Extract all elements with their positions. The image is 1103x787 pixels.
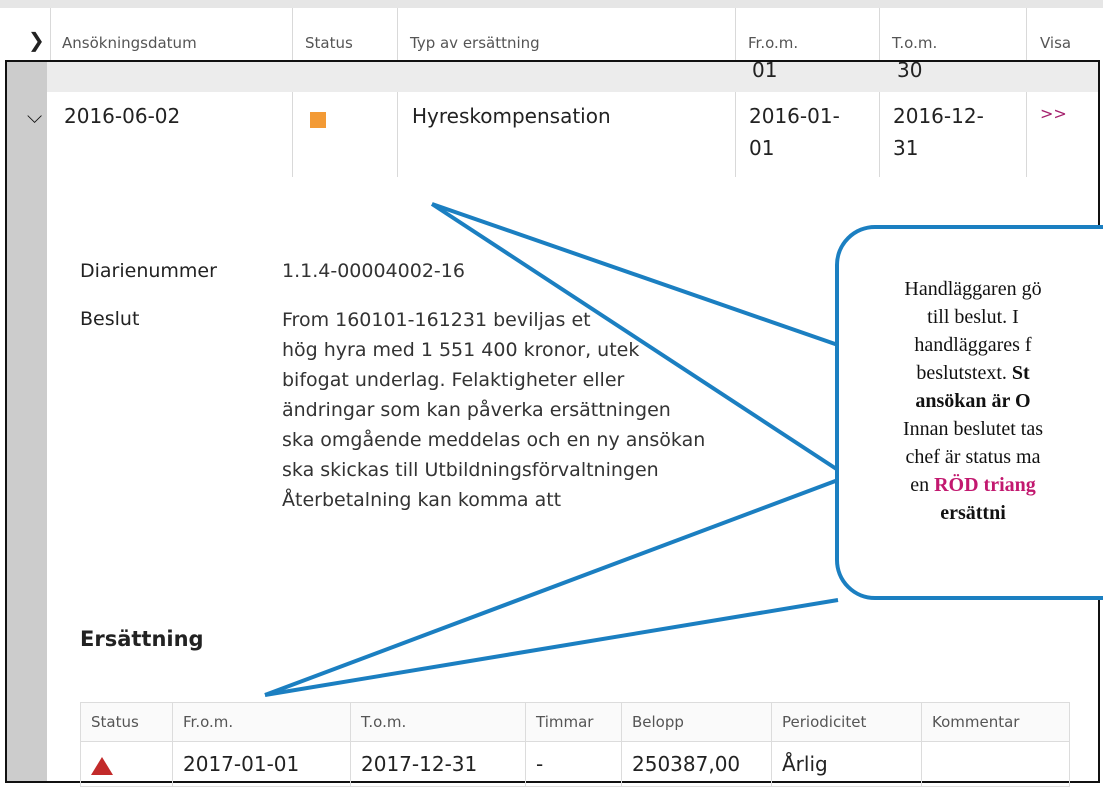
col-belopp[interactable]: Belopp	[621, 702, 772, 742]
col-from[interactable]: Fr.o.m.	[172, 702, 351, 742]
visa-link[interactable]: >>	[1040, 104, 1067, 123]
col-visa[interactable]: Visa	[1040, 34, 1071, 52]
hours-cell: -	[525, 741, 622, 787]
table-header: ❯ Ansökningsdatum Status Typ av ersättni…	[0, 0, 1103, 60]
ersattning-header-row: Status Fr.o.m. T.o.m. Timmar Belopp Peri…	[80, 702, 1070, 742]
col-status[interactable]: Status	[305, 34, 353, 52]
divider	[735, 92, 736, 177]
table-row: 2017-01-01 2017-12-31 - 250387,00 Årlig	[80, 741, 1070, 787]
col-from[interactable]: Fr.o.m.	[748, 34, 798, 52]
row-to-line1: 2016-12-	[893, 104, 984, 128]
divider	[50, 8, 51, 60]
beslut-line: bifogat underlag. Felaktigheter eller	[282, 369, 625, 391]
callout-line: beslutstext. St	[916, 362, 1030, 384]
divider	[879, 92, 880, 177]
chevron-right-icon[interactable]: ❯	[28, 28, 45, 52]
divider	[879, 8, 880, 60]
beslut-line: hög hyra med 1 551 400 kronor, utek	[282, 339, 640, 361]
diarie-label: Diarienummer	[80, 260, 217, 282]
callout-line: Handläggaren gö	[904, 278, 1042, 300]
prev-to-fragment: 30	[897, 60, 923, 82]
callout-line: handläggares f	[914, 334, 1032, 356]
col-status[interactable]: Status	[80, 702, 173, 742]
divider	[1026, 92, 1027, 177]
divider	[292, 8, 293, 60]
chevron-down-icon[interactable]: ⌵	[27, 104, 42, 128]
period-cell: Årlig	[771, 741, 922, 787]
row-from-line1: 2016-01-	[749, 104, 840, 128]
callout-line: Innan beslutet tas	[903, 418, 1043, 440]
row-to-line2: 31	[893, 136, 919, 160]
red-triangle-icon	[91, 756, 113, 775]
callout-text: Handläggaren gö till beslut. I handlägga…	[848, 275, 1098, 527]
comment-cell	[921, 741, 1070, 787]
beslut-line: ändringar som kan påverka ersättningen	[282, 399, 671, 421]
previous-row: 01 30	[47, 62, 1098, 92]
callout-line: ersättni	[940, 502, 1006, 524]
prev-from-fragment: 01	[752, 60, 778, 82]
callout-line: chef är status ma	[905, 446, 1041, 468]
col-ansokningsdatum[interactable]: Ansökningsdatum	[62, 34, 197, 52]
divider	[397, 8, 398, 60]
callout-line: ansökan är O	[915, 390, 1031, 412]
col-timmar[interactable]: Timmar	[525, 702, 622, 742]
col-to[interactable]: T.o.m.	[350, 702, 526, 742]
ersattning-table: Status Fr.o.m. T.o.m. Timmar Belopp Peri…	[80, 702, 1070, 787]
divider	[1026, 8, 1027, 60]
divider	[397, 92, 398, 177]
callout-line: till beslut. I	[927, 306, 1019, 328]
divider	[735, 8, 736, 60]
beslut-line: ska omgående meddelas och en ny ansökan	[282, 429, 706, 451]
divider	[292, 92, 293, 177]
to-cell: 2017-12-31	[350, 741, 526, 787]
ersattning-heading: Ersättning	[80, 627, 204, 651]
from-cell: 2017-01-01	[172, 741, 351, 787]
status-cell	[80, 741, 173, 787]
diarie-value: 1.1.4-00004002-16	[282, 260, 465, 282]
row-from-line2: 01	[749, 136, 775, 160]
beslut-line: From 160101-161231 beviljas et	[282, 309, 591, 331]
col-typ[interactable]: Typ av ersättning	[410, 34, 540, 52]
col-tom[interactable]: T.o.m.	[892, 34, 937, 52]
row-date: 2016-06-02	[64, 104, 181, 128]
col-periodicitet[interactable]: Periodicitet	[771, 702, 922, 742]
status-square-icon	[310, 112, 326, 128]
beslut-line: ska skickas till Utbildningsförvaltninge…	[282, 459, 659, 481]
row-expander-bar	[7, 62, 47, 781]
col-kommentar[interactable]: Kommentar	[921, 702, 1070, 742]
callout-line: en RÖD triang	[910, 474, 1036, 496]
beslut-label: Beslut	[80, 308, 140, 330]
amount-cell: 250387,00	[621, 741, 772, 787]
beslut-text: From 160101-161231 beviljas et hög hyra …	[282, 305, 842, 515]
row-type: Hyreskompensation	[412, 104, 611, 128]
beslut-line: Återbetalning kan komma att	[282, 489, 562, 511]
